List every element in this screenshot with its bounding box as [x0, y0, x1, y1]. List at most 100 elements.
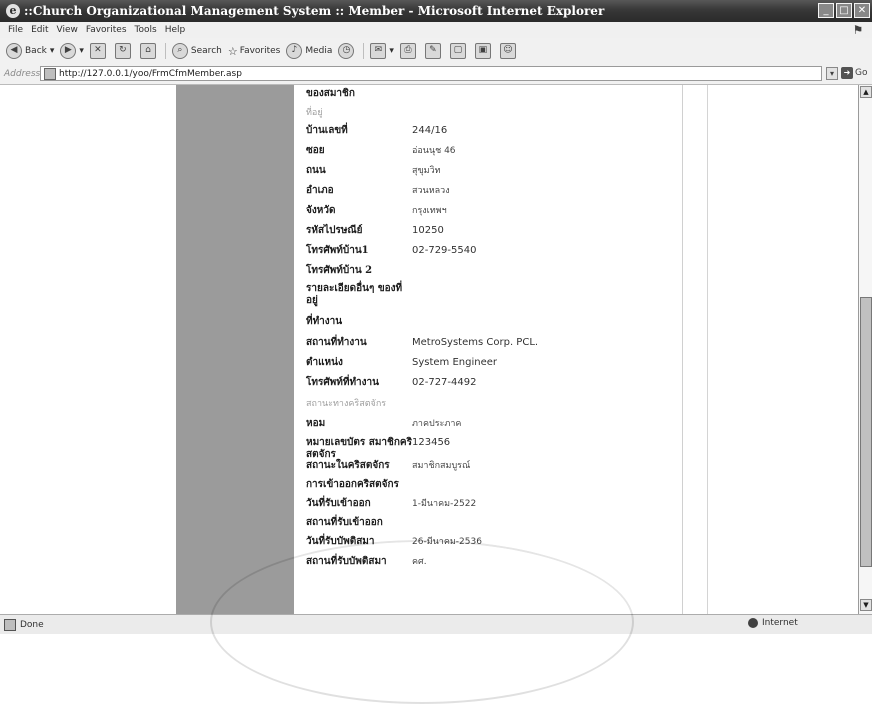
scroll-down-button[interactable]: ▼	[860, 599, 872, 611]
field-value: สมาชิกสมบูรณ์	[412, 461, 471, 471]
field-label: สถานที่รับเข้าออก	[306, 517, 383, 528]
research-icon: ▣	[474, 43, 491, 59]
field-value: อ่อนนุช 46	[412, 146, 456, 156]
field-label: รหัสไปรษณีย์	[306, 225, 363, 236]
field-label: อำเภอ	[306, 185, 334, 196]
field-label: ซอย	[306, 145, 325, 156]
form-row: ซอย อ่อนนุช 46	[306, 145, 612, 157]
back-dropdown-icon[interactable]: ▾	[50, 46, 55, 56]
form-row: ของสมาชิก	[306, 88, 612, 100]
field-value: 244/16	[412, 125, 448, 136]
maximize-button[interactable]: □	[836, 3, 852, 18]
field-label: ถนน	[306, 165, 326, 176]
left-grey-column	[176, 85, 294, 614]
form-row: จังหวัด กรุงเทพฯ	[306, 205, 612, 217]
discuss-button[interactable]: ▢	[449, 43, 469, 59]
menu-file[interactable]: File	[8, 25, 23, 35]
field-label: การเข้าออกคริสตจักร	[306, 479, 399, 490]
field-label: ของสมาชิก	[306, 88, 355, 99]
menu-favorites[interactable]: Favorites	[86, 25, 127, 35]
form-row: โทรศัพท์บ้าน 2	[306, 265, 612, 277]
field-value: ภาคประภาค	[412, 419, 462, 429]
status-bar: Done Internet	[0, 614, 872, 634]
menu-view[interactable]: View	[57, 25, 78, 35]
favorites-star-icon: ☆	[227, 44, 238, 58]
field-label: สถานที่ทำงาน	[306, 337, 367, 348]
discuss-icon: ▢	[449, 43, 466, 59]
close-button[interactable]: ✕	[854, 3, 870, 18]
back-button[interactable]: ◀ Back ▾	[6, 43, 54, 59]
field-label: ที่ทำงาน	[306, 316, 343, 327]
media-icon: ♪	[286, 43, 303, 59]
menu-bar: File Edit View Favorites Tools Help ⚑	[0, 22, 872, 38]
field-label: โทรศัพท์ที่ทำงาน	[306, 377, 379, 388]
go-button[interactable]: ➜ Go	[841, 67, 867, 79]
mail-dropdown-icon[interactable]: ▾	[389, 46, 394, 56]
form-row: โทรศัพท์บ้าน1 02-729-5540	[306, 245, 612, 257]
search-icon: ⌕	[171, 43, 188, 59]
vertical-scrollbar[interactable]: ▲ ▼	[858, 85, 872, 614]
field-value: 1-มีนาคม-2522	[412, 499, 477, 509]
form-row: ที่อยู่	[306, 107, 612, 119]
field-value: 123456	[412, 437, 451, 448]
media-label: Media	[305, 46, 333, 56]
stop-button[interactable]: ✕	[89, 43, 109, 59]
window-titlebar: e ::Church Organizational Management Sys…	[0, 0, 872, 22]
field-label: วันที่รับบัพติสมา	[306, 536, 375, 547]
field-label: โทรศัพท์บ้าน1	[306, 245, 369, 256]
form-row: การเข้าออกคริสตจักร	[306, 479, 612, 491]
form-row: สถานะทางคริสตจักร	[306, 398, 612, 410]
window-controls: _ □ ✕	[818, 3, 870, 18]
windows-logo-icon: ⚑	[852, 23, 864, 37]
field-label: สถานะทางคริสตจักร	[306, 399, 387, 409]
back-label: Back	[25, 46, 47, 56]
address-label: Address	[4, 69, 41, 79]
menu-help[interactable]: Help	[165, 25, 186, 35]
field-label: หมายเลขบัตร สมาชิกคริสตจักร	[306, 437, 412, 460]
forward-dropdown-icon[interactable]: ▾	[79, 46, 84, 56]
field-label: ตำแหน่ง	[306, 357, 343, 368]
go-label: Go	[855, 68, 868, 78]
go-arrow-icon: ➜	[841, 67, 853, 79]
history-button[interactable]: ◷	[338, 43, 357, 59]
address-dropdown-icon[interactable]: ▾	[826, 67, 838, 80]
field-value: สวนหลวง	[412, 186, 450, 196]
minimize-button[interactable]: _	[818, 3, 834, 18]
mail-button[interactable]: ✉ ▾	[370, 43, 394, 59]
status-text: Done	[20, 619, 44, 630]
form-row: หมายเลขบัตร สมาชิกคริสตจักร 123456	[306, 437, 612, 461]
address-url: http://127.0.0.1/yoo/FrmCfmMember.asp	[59, 68, 242, 79]
search-button[interactable]: ⌕ Search	[171, 43, 222, 59]
form-row: วันที่รับบัพติสมา 26-มีนาคม-2536	[306, 536, 612, 548]
back-arrow-icon: ◀	[6, 43, 22, 59]
forward-button[interactable]: ▶ ▾	[60, 43, 84, 59]
field-label: หอม	[306, 418, 326, 429]
window-title: ::Church Organizational Management Syste…	[24, 4, 605, 18]
refresh-button[interactable]: ↻	[114, 43, 134, 59]
refresh-icon: ↻	[114, 43, 131, 59]
print-button[interactable]: ⎙	[399, 43, 419, 59]
favorites-button[interactable]: ☆ Favorites	[228, 45, 281, 58]
security-zone: Internet	[748, 618, 798, 628]
form-row: โทรศัพท์ที่ทำงาน 02-727-4492	[306, 377, 612, 389]
field-value: สุขุมวิท	[412, 166, 441, 176]
mail-icon: ✉	[370, 43, 387, 59]
scroll-up-button[interactable]: ▲	[860, 86, 872, 98]
home-button[interactable]: ⌂	[139, 43, 159, 59]
menu-tools[interactable]: Tools	[135, 25, 157, 35]
status-page-icon	[4, 618, 16, 631]
field-label: โทรศัพท์บ้าน 2	[306, 265, 373, 276]
stop-icon: ✕	[89, 43, 106, 59]
research-button[interactable]: ▣	[474, 43, 494, 59]
scroll-thumb[interactable]	[860, 297, 872, 567]
favorites-label: Favorites	[239, 46, 281, 56]
page-icon	[44, 67, 56, 80]
field-label: จังหวัด	[306, 205, 336, 216]
menu-edit[interactable]: Edit	[31, 25, 48, 35]
edit-icon: ✎	[424, 43, 441, 59]
address-input[interactable]: http://127.0.0.1/yoo/FrmCfmMember.asp	[40, 66, 822, 81]
edit-button[interactable]: ✎	[424, 43, 444, 59]
form-row: ที่ทำงาน	[306, 316, 612, 328]
messenger-button[interactable]: ☺	[499, 43, 519, 59]
media-button[interactable]: ♪ Media	[286, 43, 332, 59]
